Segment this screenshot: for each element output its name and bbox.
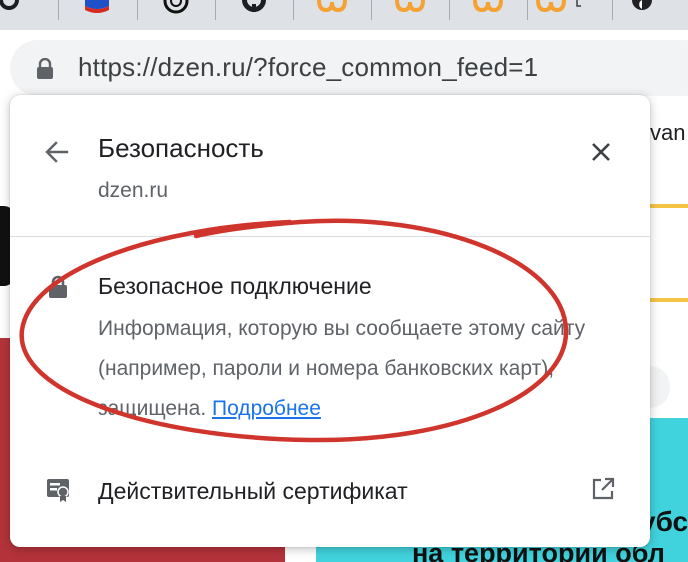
- learn-more-link[interactable]: Подробнее: [212, 397, 321, 420]
- background-accent-line: [650, 298, 688, 302]
- loop-icon: [473, 0, 503, 13]
- secure-connection-title: Безопасное подключение: [98, 273, 372, 299]
- divider: [10, 236, 650, 237]
- site-domain: dzen.ru: [98, 179, 169, 202]
- github-icon: [242, 0, 266, 12]
- external-link-icon[interactable]: [590, 476, 616, 502]
- tab-loop-4[interactable]: [520, 0, 598, 28]
- tab-github-2[interactable]: [215, 0, 293, 28]
- valid-certificate-label[interactable]: Действительный сертификат: [98, 478, 408, 505]
- back-arrow-icon[interactable]: [44, 139, 70, 165]
- tab-loop-3[interactable]: [449, 0, 527, 28]
- tab-openai[interactable]: [137, 0, 215, 28]
- secure-connection-description: Информация, которую вы сообщаете этому с…: [98, 309, 633, 429]
- tab-dark[interactable]: [612, 0, 672, 28]
- browser-window: https://dzen.ru/?force_common_feed=1 van…: [0, 0, 688, 562]
- lock-icon: [49, 275, 67, 298]
- popup-title: Безопасность: [98, 133, 264, 163]
- background-accent-line: [650, 204, 688, 208]
- tab-loop-2[interactable]: [371, 0, 449, 28]
- loop-icon: [536, 0, 581, 13]
- flag-icon: [85, 0, 109, 13]
- certificate-icon: [47, 479, 69, 502]
- tab-loop-1[interactable]: [293, 0, 371, 28]
- url-text[interactable]: https://dzen.ru/?force_common_feed=1: [78, 52, 538, 83]
- tab-strip: [0, 0, 688, 30]
- dark-circle-icon: [632, 0, 652, 10]
- tab-github[interactable]: [0, 0, 48, 28]
- tab-flag[interactable]: [58, 0, 136, 28]
- openai-icon: [163, 0, 189, 14]
- background-text-fragment: van: [650, 120, 686, 145]
- site-security-popup: Безопасность dzen.ru Безопасное подключе…: [10, 95, 650, 547]
- lock-icon[interactable]: [36, 58, 54, 80]
- loop-icon: [317, 0, 347, 13]
- github-icon: [0, 0, 19, 10]
- close-icon[interactable]: [588, 139, 614, 165]
- secure-connection-text: Информация, которую вы сообщаете этому с…: [98, 317, 586, 420]
- loop-icon: [395, 0, 425, 13]
- address-bar[interactable]: https://dzen.ru/?force_common_feed=1: [10, 40, 688, 96]
